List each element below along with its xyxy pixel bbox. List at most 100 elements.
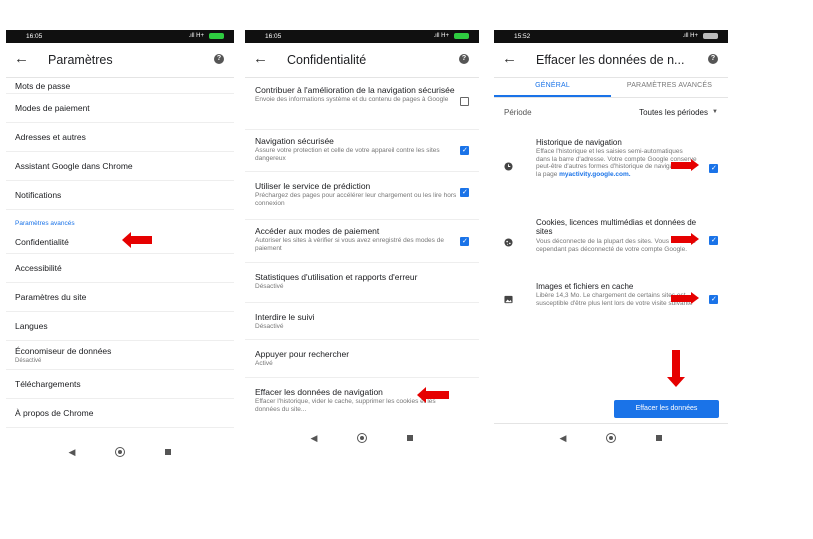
settings-item-notifications[interactable]: Notifications bbox=[6, 181, 234, 210]
help-icon[interactable]: ? bbox=[708, 54, 718, 64]
nav-home-icon[interactable] bbox=[115, 447, 126, 457]
status-time: 15:52 bbox=[514, 33, 531, 40]
privacy-screen: 16:05 .ıll H+ ← Confidentialité ? Contri… bbox=[245, 30, 479, 462]
annotation-arrow bbox=[667, 350, 685, 387]
checkbox-checked[interactable] bbox=[460, 146, 469, 155]
settings-item-data-saver[interactable]: Économiseur de données Désactivé bbox=[6, 341, 234, 370]
checkbox[interactable] bbox=[460, 97, 469, 106]
myactivity-link[interactable]: myactivity.google.com. bbox=[559, 171, 630, 178]
nav-home-icon[interactable] bbox=[606, 433, 617, 443]
item-title: Appuyer pour rechercher bbox=[255, 349, 350, 359]
nav-back-icon[interactable]: ◀ bbox=[560, 433, 567, 444]
app-bar: ← Paramètres ? bbox=[6, 43, 234, 78]
item-description: Désactivé bbox=[255, 323, 284, 330]
item-title: Images et fichiers en cache bbox=[536, 282, 634, 291]
settings-item-label: Assistant Google dans Chrome bbox=[15, 161, 133, 171]
settings-screen: 16:05 .ıll H+ ← Paramètres ? Mots de pas… bbox=[6, 30, 234, 462]
privacy-item-tap-to-search[interactable]: Appuyer pour rechercher Activé bbox=[245, 340, 479, 378]
status-time: 16:05 bbox=[26, 33, 43, 40]
nav-home-icon[interactable] bbox=[357, 433, 368, 443]
android-nav-bar: ◀ bbox=[494, 429, 728, 447]
help-icon[interactable]: ? bbox=[459, 54, 469, 64]
settings-item-languages[interactable]: Langues bbox=[6, 312, 234, 341]
tab-general[interactable]: GÉNÉRAL bbox=[494, 77, 611, 97]
settings-item-payment-methods[interactable]: Modes de paiement bbox=[6, 94, 234, 123]
settings-item-label: Mots de passe bbox=[15, 81, 71, 91]
item-title: Accéder aux modes de paiement bbox=[255, 226, 380, 236]
checkbox-checked[interactable] bbox=[709, 295, 718, 304]
divider bbox=[494, 423, 728, 424]
settings-item-passwords[interactable]: Mots de passe bbox=[6, 77, 234, 94]
page-title: Paramètres bbox=[48, 53, 113, 67]
settings-item-label: Modes de paiement bbox=[15, 103, 90, 113]
battery-icon bbox=[454, 33, 469, 39]
item-description: Désactivé bbox=[255, 283, 284, 290]
settings-item-label: Paramètres du site bbox=[15, 292, 87, 302]
checkbox-checked[interactable] bbox=[709, 164, 718, 173]
annotation-arrow bbox=[417, 387, 449, 403]
nav-recent-icon[interactable] bbox=[656, 435, 663, 441]
help-icon[interactable]: ? bbox=[214, 54, 224, 64]
settings-item-privacy[interactable]: Confidentialité bbox=[6, 231, 234, 254]
image-icon bbox=[504, 295, 513, 304]
settings-item-accessibility[interactable]: Accessibilité bbox=[6, 254, 234, 283]
privacy-item-clear-browsing-data[interactable]: Effacer les données de navigation Efface… bbox=[245, 378, 479, 422]
signal-indicator: .ıll H+ bbox=[433, 33, 449, 39]
page-title: Effacer les données de n... bbox=[536, 53, 685, 67]
nav-recent-icon[interactable] bbox=[165, 449, 172, 455]
battery-icon bbox=[703, 33, 718, 39]
privacy-item-usage-statistics[interactable]: Statistiques d'utilisation et rapports d… bbox=[245, 263, 479, 303]
app-bar: ← Confidentialité ? bbox=[245, 43, 479, 78]
checkbox-checked[interactable] bbox=[460, 237, 469, 246]
settings-item-about-chrome[interactable]: À propos de Chrome bbox=[6, 399, 234, 428]
item-description: Assure votre protection et celle de votr… bbox=[255, 147, 440, 162]
nav-back-icon[interactable]: ◀ bbox=[311, 433, 318, 444]
signal-indicator: .ıll H+ bbox=[682, 33, 698, 39]
privacy-list: Contribuer à l'amélioration de la naviga… bbox=[245, 77, 479, 422]
dropdown-caret-icon: ▼ bbox=[712, 109, 718, 115]
android-nav-bar: ◀ bbox=[245, 429, 479, 447]
period-label: Période bbox=[504, 108, 532, 117]
item-description: Autoriser les sites à vérifier si vous a… bbox=[255, 237, 444, 252]
status-bar: 16:05 .ıll H+ bbox=[6, 30, 234, 43]
item-title: Historique de navigation bbox=[536, 138, 622, 147]
item-description: Effacer l'historique, vider le cache, su… bbox=[255, 398, 436, 413]
settings-item-google-assistant[interactable]: Assistant Google dans Chrome bbox=[6, 152, 234, 181]
page-title: Confidentialité bbox=[287, 53, 367, 67]
privacy-item-do-not-track[interactable]: Interdire le suivi Désactivé bbox=[245, 303, 479, 340]
privacy-item-safe-browsing[interactable]: Navigation sécurisée Assure votre protec… bbox=[245, 130, 479, 172]
item-title: Navigation sécurisée bbox=[255, 136, 334, 146]
settings-item-status: Désactivé bbox=[15, 358, 42, 364]
item-title: Interdire le suivi bbox=[255, 312, 315, 322]
android-nav-bar: ◀ bbox=[6, 443, 234, 461]
back-arrow-icon[interactable]: ← bbox=[253, 50, 268, 67]
item-title: Contribuer à l'amélioration de la naviga… bbox=[255, 85, 455, 95]
checkbox-checked[interactable] bbox=[460, 188, 469, 197]
item-title: Statistiques d'utilisation et rapports d… bbox=[255, 272, 418, 282]
item-title: Cookies, licences multimédias et données… bbox=[536, 218, 697, 236]
settings-item-downloads[interactable]: Téléchargements bbox=[6, 370, 234, 399]
item-description: Envoie des informations système et du co… bbox=[255, 96, 449, 103]
annotation-arrow bbox=[671, 159, 699, 171]
annotation-arrow bbox=[671, 233, 699, 245]
status-time: 16:05 bbox=[265, 33, 282, 40]
settings-list: Mots de passe Modes de paiement Adresses… bbox=[6, 77, 234, 428]
clear-data-screen: 15:52 .ıll H+ ← Effacer les données de n… bbox=[494, 30, 728, 462]
checkbox-checked[interactable] bbox=[709, 236, 718, 245]
settings-item-site-settings[interactable]: Paramètres du site bbox=[6, 283, 234, 312]
app-bar: ← Effacer les données de n... ? bbox=[494, 43, 728, 78]
clock-icon bbox=[504, 162, 513, 171]
tab-advanced[interactable]: PARAMÈTRES AVANCÉS bbox=[611, 77, 728, 97]
back-arrow-icon[interactable]: ← bbox=[502, 50, 517, 67]
period-selector[interactable]: Période Toutes les périodes ▼ bbox=[504, 106, 718, 122]
clear-data-button[interactable]: Effacer les données bbox=[614, 400, 719, 418]
settings-item-addresses[interactable]: Adresses et autres bbox=[6, 123, 234, 152]
privacy-item-payment-methods-access[interactable]: Accéder aux modes de paiement Autoriser … bbox=[245, 220, 479, 263]
privacy-item-improve-safe-browsing[interactable]: Contribuer à l'amélioration de la naviga… bbox=[245, 77, 479, 130]
settings-item-label: Accessibilité bbox=[15, 263, 62, 273]
nav-recent-icon[interactable] bbox=[407, 435, 414, 441]
privacy-item-prediction-service[interactable]: Utiliser le service de prédiction Précha… bbox=[245, 172, 479, 220]
signal-indicator: .ıll H+ bbox=[188, 33, 204, 39]
nav-back-icon[interactable]: ◀ bbox=[69, 447, 76, 458]
back-arrow-icon[interactable]: ← bbox=[14, 50, 29, 67]
